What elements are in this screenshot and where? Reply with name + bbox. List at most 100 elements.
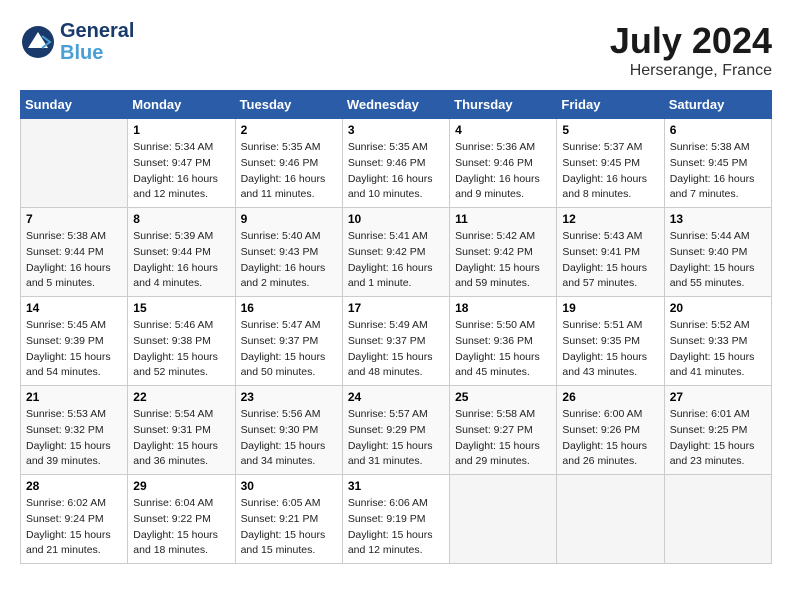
day-info: Sunrise: 5:37 AM Sunset: 9:45 PM Dayligh…	[562, 140, 658, 203]
day-number: 25	[455, 390, 551, 404]
day-info: Sunrise: 5:44 AM Sunset: 9:40 PM Dayligh…	[670, 229, 766, 292]
sunrise-text: Sunrise: 5:49 AM	[348, 318, 444, 334]
calendar-day-header: Friday	[557, 91, 664, 119]
day-number: 23	[241, 390, 337, 404]
calendar-table: SundayMondayTuesdayWednesdayThursdayFrid…	[20, 90, 772, 564]
calendar-cell: 4 Sunrise: 5:36 AM Sunset: 9:46 PM Dayli…	[450, 119, 557, 208]
day-number: 27	[670, 390, 766, 404]
sunset-text: Sunset: 9:37 PM	[241, 334, 337, 350]
daylight-text: Daylight: 15 hours and 43 minutes.	[562, 350, 658, 382]
daylight-text: Daylight: 16 hours and 2 minutes.	[241, 261, 337, 293]
day-info: Sunrise: 5:40 AM Sunset: 9:43 PM Dayligh…	[241, 229, 337, 292]
daylight-text: Daylight: 15 hours and 55 minutes.	[670, 261, 766, 293]
calendar-cell: 25 Sunrise: 5:58 AM Sunset: 9:27 PM Dayl…	[450, 386, 557, 475]
sunset-text: Sunset: 9:42 PM	[348, 245, 444, 261]
day-info: Sunrise: 5:36 AM Sunset: 9:46 PM Dayligh…	[455, 140, 551, 203]
daylight-text: Daylight: 15 hours and 36 minutes.	[133, 439, 229, 471]
calendar-cell	[21, 119, 128, 208]
sunrise-text: Sunrise: 5:53 AM	[26, 407, 122, 423]
day-number: 24	[348, 390, 444, 404]
title-block: July 2024 Herserange, France	[610, 20, 772, 80]
sunrise-text: Sunrise: 5:54 AM	[133, 407, 229, 423]
calendar-header-row: SundayMondayTuesdayWednesdayThursdayFrid…	[21, 91, 772, 119]
day-number: 17	[348, 301, 444, 315]
calendar-week-row: 7 Sunrise: 5:38 AM Sunset: 9:44 PM Dayli…	[21, 208, 772, 297]
sunset-text: Sunset: 9:43 PM	[241, 245, 337, 261]
daylight-text: Daylight: 15 hours and 21 minutes.	[26, 528, 122, 560]
day-number: 15	[133, 301, 229, 315]
location-subtitle: Herserange, France	[610, 62, 772, 80]
day-number: 4	[455, 123, 551, 137]
calendar-cell	[450, 475, 557, 564]
calendar-cell: 10 Sunrise: 5:41 AM Sunset: 9:42 PM Dayl…	[342, 208, 449, 297]
day-info: Sunrise: 6:04 AM Sunset: 9:22 PM Dayligh…	[133, 496, 229, 559]
sunrise-text: Sunrise: 5:34 AM	[133, 140, 229, 156]
sunrise-text: Sunrise: 6:00 AM	[562, 407, 658, 423]
day-info: Sunrise: 6:05 AM Sunset: 9:21 PM Dayligh…	[241, 496, 337, 559]
calendar-cell: 31 Sunrise: 6:06 AM Sunset: 9:19 PM Dayl…	[342, 475, 449, 564]
sunset-text: Sunset: 9:45 PM	[670, 156, 766, 172]
day-info: Sunrise: 6:01 AM Sunset: 9:25 PM Dayligh…	[670, 407, 766, 470]
day-number: 18	[455, 301, 551, 315]
calendar-cell: 30 Sunrise: 6:05 AM Sunset: 9:21 PM Dayl…	[235, 475, 342, 564]
day-info: Sunrise: 5:42 AM Sunset: 9:42 PM Dayligh…	[455, 229, 551, 292]
day-info: Sunrise: 5:46 AM Sunset: 9:38 PM Dayligh…	[133, 318, 229, 381]
sunset-text: Sunset: 9:33 PM	[670, 334, 766, 350]
day-number: 13	[670, 212, 766, 226]
day-info: Sunrise: 5:50 AM Sunset: 9:36 PM Dayligh…	[455, 318, 551, 381]
sunrise-text: Sunrise: 6:05 AM	[241, 496, 337, 512]
sunrise-text: Sunrise: 5:36 AM	[455, 140, 551, 156]
sunrise-text: Sunrise: 5:35 AM	[348, 140, 444, 156]
sunset-text: Sunset: 9:21 PM	[241, 512, 337, 528]
calendar-cell: 6 Sunrise: 5:38 AM Sunset: 9:45 PM Dayli…	[664, 119, 771, 208]
daylight-text: Daylight: 15 hours and 54 minutes.	[26, 350, 122, 382]
day-info: Sunrise: 5:54 AM Sunset: 9:31 PM Dayligh…	[133, 407, 229, 470]
day-info: Sunrise: 5:38 AM Sunset: 9:45 PM Dayligh…	[670, 140, 766, 203]
sunset-text: Sunset: 9:27 PM	[455, 423, 551, 439]
calendar-cell: 13 Sunrise: 5:44 AM Sunset: 9:40 PM Dayl…	[664, 208, 771, 297]
day-info: Sunrise: 5:34 AM Sunset: 9:47 PM Dayligh…	[133, 140, 229, 203]
day-info: Sunrise: 5:38 AM Sunset: 9:44 PM Dayligh…	[26, 229, 122, 292]
calendar-week-row: 14 Sunrise: 5:45 AM Sunset: 9:39 PM Dayl…	[21, 297, 772, 386]
calendar-cell: 9 Sunrise: 5:40 AM Sunset: 9:43 PM Dayli…	[235, 208, 342, 297]
daylight-text: Daylight: 15 hours and 59 minutes.	[455, 261, 551, 293]
day-info: Sunrise: 5:58 AM Sunset: 9:27 PM Dayligh…	[455, 407, 551, 470]
daylight-text: Daylight: 16 hours and 5 minutes.	[26, 261, 122, 293]
sunrise-text: Sunrise: 6:04 AM	[133, 496, 229, 512]
calendar-week-row: 28 Sunrise: 6:02 AM Sunset: 9:24 PM Dayl…	[21, 475, 772, 564]
sunset-text: Sunset: 9:22 PM	[133, 512, 229, 528]
sunrise-text: Sunrise: 5:50 AM	[455, 318, 551, 334]
sunrise-text: Sunrise: 5:42 AM	[455, 229, 551, 245]
calendar-cell: 23 Sunrise: 5:56 AM Sunset: 9:30 PM Dayl…	[235, 386, 342, 475]
day-info: Sunrise: 5:35 AM Sunset: 9:46 PM Dayligh…	[241, 140, 337, 203]
sunset-text: Sunset: 9:46 PM	[455, 156, 551, 172]
day-info: Sunrise: 5:47 AM Sunset: 9:37 PM Dayligh…	[241, 318, 337, 381]
sunrise-text: Sunrise: 5:45 AM	[26, 318, 122, 334]
sunrise-text: Sunrise: 5:43 AM	[562, 229, 658, 245]
calendar-day-header: Monday	[128, 91, 235, 119]
daylight-text: Daylight: 15 hours and 23 minutes.	[670, 439, 766, 471]
sunset-text: Sunset: 9:47 PM	[133, 156, 229, 172]
calendar-cell: 29 Sunrise: 6:04 AM Sunset: 9:22 PM Dayl…	[128, 475, 235, 564]
sunrise-text: Sunrise: 5:56 AM	[241, 407, 337, 423]
calendar-cell: 20 Sunrise: 5:52 AM Sunset: 9:33 PM Dayl…	[664, 297, 771, 386]
day-info: Sunrise: 6:02 AM Sunset: 9:24 PM Dayligh…	[26, 496, 122, 559]
daylight-text: Daylight: 16 hours and 9 minutes.	[455, 172, 551, 204]
daylight-text: Daylight: 15 hours and 45 minutes.	[455, 350, 551, 382]
day-number: 10	[348, 212, 444, 226]
calendar-cell: 2 Sunrise: 5:35 AM Sunset: 9:46 PM Dayli…	[235, 119, 342, 208]
sunrise-text: Sunrise: 5:39 AM	[133, 229, 229, 245]
daylight-text: Daylight: 16 hours and 12 minutes.	[133, 172, 229, 204]
sunset-text: Sunset: 9:19 PM	[348, 512, 444, 528]
day-number: 8	[133, 212, 229, 226]
day-number: 26	[562, 390, 658, 404]
sunset-text: Sunset: 9:35 PM	[562, 334, 658, 350]
daylight-text: Daylight: 15 hours and 18 minutes.	[133, 528, 229, 560]
calendar-cell: 15 Sunrise: 5:46 AM Sunset: 9:38 PM Dayl…	[128, 297, 235, 386]
calendar-cell: 27 Sunrise: 6:01 AM Sunset: 9:25 PM Dayl…	[664, 386, 771, 475]
daylight-text: Daylight: 16 hours and 8 minutes.	[562, 172, 658, 204]
page-header: GeneralBlue July 2024 Herserange, France	[20, 20, 772, 80]
daylight-text: Daylight: 15 hours and 52 minutes.	[133, 350, 229, 382]
sunrise-text: Sunrise: 5:58 AM	[455, 407, 551, 423]
day-number: 19	[562, 301, 658, 315]
